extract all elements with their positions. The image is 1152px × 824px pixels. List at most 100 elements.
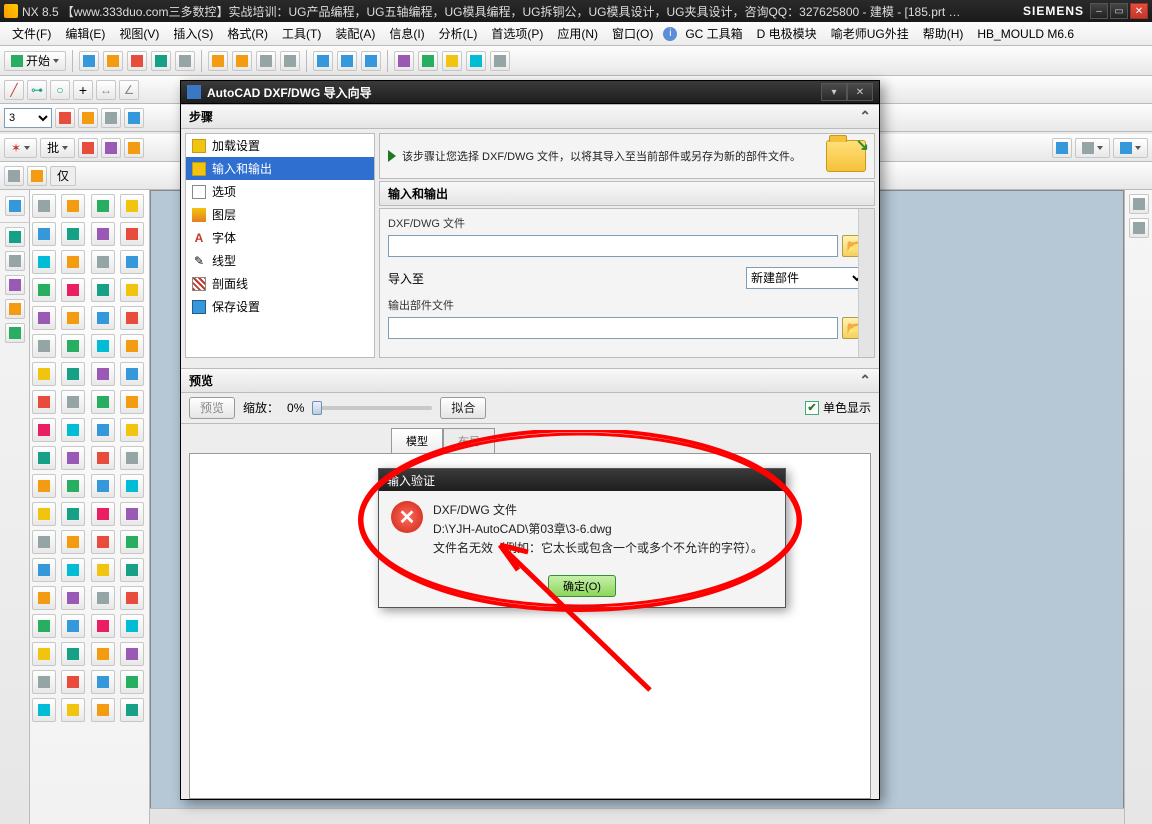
tool-btn[interactable] — [280, 51, 300, 71]
tool-btn[interactable] — [101, 138, 121, 158]
tool-btn[interactable] — [466, 51, 486, 71]
menu-tools[interactable]: 工具(T) — [276, 23, 327, 44]
tool-btn[interactable] — [1113, 138, 1148, 158]
menu-edit[interactable]: 编辑(E) — [59, 23, 111, 44]
view-btn[interactable] — [1129, 194, 1149, 214]
sketch-conn-button[interactable]: ⊶ — [27, 80, 47, 100]
preview-button[interactable]: 预览 — [189, 397, 235, 419]
pal-btn[interactable] — [120, 278, 144, 302]
pal-btn[interactable] — [91, 390, 115, 414]
tool-btn[interactable] — [27, 166, 47, 186]
start-button[interactable]: 开始 — [4, 51, 66, 71]
step-item-save[interactable]: 保存设置 — [186, 295, 374, 318]
pal-btn[interactable] — [61, 222, 85, 246]
pal-btn[interactable] — [32, 278, 56, 302]
dialog-rollup-button[interactable]: ▾ — [821, 83, 847, 101]
pal-btn[interactable] — [91, 558, 115, 582]
batch-button[interactable]: 批 — [40, 138, 75, 158]
tool-btn[interactable] — [337, 51, 357, 71]
pal-btn[interactable] — [61, 250, 85, 274]
mono-checkbox[interactable]: ✔ 单色显示 — [805, 399, 871, 416]
pal-btn[interactable] — [32, 390, 56, 414]
tool-btn[interactable] — [151, 51, 171, 71]
pal-btn[interactable] — [91, 586, 115, 610]
menu-gc[interactable]: GC 工具箱 — [679, 23, 748, 44]
menu-yu[interactable]: 喻老师UG外挂 — [825, 23, 915, 44]
pal-btn[interactable] — [91, 446, 115, 470]
tool-btn[interactable] — [1052, 138, 1072, 158]
zoom-slider[interactable] — [312, 406, 432, 410]
pal-btn[interactable] — [91, 418, 115, 442]
ok-button[interactable]: 确定(O) — [548, 575, 616, 597]
pal-btn[interactable] — [61, 474, 85, 498]
tool-btn[interactable] — [79, 51, 99, 71]
tool-btn[interactable] — [175, 51, 195, 71]
tool-btn[interactable] — [78, 138, 98, 158]
restore-button[interactable]: ▭ — [1110, 3, 1128, 19]
error-titlebar[interactable]: 输入验证 — [379, 469, 785, 491]
sketch-circle-button[interactable]: ○ — [50, 80, 70, 100]
pal-btn[interactable] — [61, 446, 85, 470]
tool-btn[interactable] — [127, 51, 147, 71]
pal-btn[interactable] — [61, 502, 85, 526]
tab-layout[interactable]: 布局 — [443, 428, 495, 453]
step-item-hatch[interactable]: 剖面线 — [186, 272, 374, 295]
tab-model[interactable]: 模型 — [391, 428, 443, 453]
pal-btn[interactable] — [32, 698, 56, 722]
tool-btn[interactable] — [101, 108, 121, 128]
tool-btn[interactable] — [361, 51, 381, 71]
pal-btn[interactable] — [91, 530, 115, 554]
pal-btn[interactable] — [61, 670, 85, 694]
menu-window[interactable]: 窗口(O) — [606, 23, 659, 44]
pal-btn[interactable] — [32, 222, 56, 246]
step-item-load[interactable]: 加载设置 — [186, 134, 374, 157]
h-scrollbar[interactable] — [150, 808, 1124, 824]
tool-btn[interactable] — [124, 108, 144, 128]
pal-btn[interactable] — [32, 250, 56, 274]
collapse-icon[interactable]: ⌃ — [859, 372, 871, 389]
pal-btn[interactable] — [32, 418, 56, 442]
pal-btn[interactable] — [120, 586, 144, 610]
pal-btn[interactable] — [120, 474, 144, 498]
pal-btn[interactable] — [120, 614, 144, 638]
dialog-close-button[interactable]: ✕ — [847, 83, 873, 101]
pal-btn[interactable] — [120, 306, 144, 330]
pal-btn[interactable] — [91, 642, 115, 666]
pal-btn[interactable] — [32, 502, 56, 526]
pal-btn[interactable] — [91, 474, 115, 498]
pal-btn[interactable] — [61, 362, 85, 386]
pal-btn[interactable] — [61, 334, 85, 358]
pal-btn[interactable] — [120, 642, 144, 666]
fit-button[interactable]: 拟合 — [440, 397, 486, 419]
pal-btn[interactable] — [61, 390, 85, 414]
pal-btn[interactable] — [61, 586, 85, 610]
close-button[interactable]: ✕ — [1130, 3, 1148, 19]
tool-btn[interactable] — [490, 51, 510, 71]
pal-btn[interactable] — [32, 642, 56, 666]
sketch-line-button[interactable]: ╱ — [4, 80, 24, 100]
pal-btn[interactable] — [32, 194, 56, 218]
tool-btn[interactable] — [103, 51, 123, 71]
pal-btn[interactable] — [61, 614, 85, 638]
pal-btn[interactable] — [91, 194, 115, 218]
help-icon[interactable]: i — [663, 27, 677, 41]
pal-btn[interactable] — [61, 194, 85, 218]
menu-electrode[interactable]: D 电极模块 — [751, 23, 823, 44]
pal-btn[interactable] — [91, 614, 115, 638]
pal-btn[interactable] — [32, 334, 56, 358]
tool-btn[interactable] — [313, 51, 333, 71]
pal-btn[interactable] — [32, 670, 56, 694]
menu-assembly[interactable]: 装配(A) — [329, 23, 381, 44]
tool-btn[interactable] — [124, 138, 144, 158]
menu-format[interactable]: 格式(R) — [221, 23, 274, 44]
dialog-titlebar[interactable]: AutoCAD DXF/DWG 导入向导 ▾ ✕ — [181, 81, 879, 104]
slider-thumb[interactable] — [312, 401, 322, 415]
pal-btn[interactable] — [61, 698, 85, 722]
step-item-options[interactable]: 选项 — [186, 180, 374, 203]
pal-btn[interactable] — [91, 362, 115, 386]
pal-btn[interactable] — [91, 334, 115, 358]
sketch-dim-button[interactable]: ↔ — [96, 80, 116, 100]
undo-button[interactable] — [208, 51, 228, 71]
sketch-point-button[interactable]: + — [73, 80, 93, 100]
pal-btn[interactable] — [120, 446, 144, 470]
